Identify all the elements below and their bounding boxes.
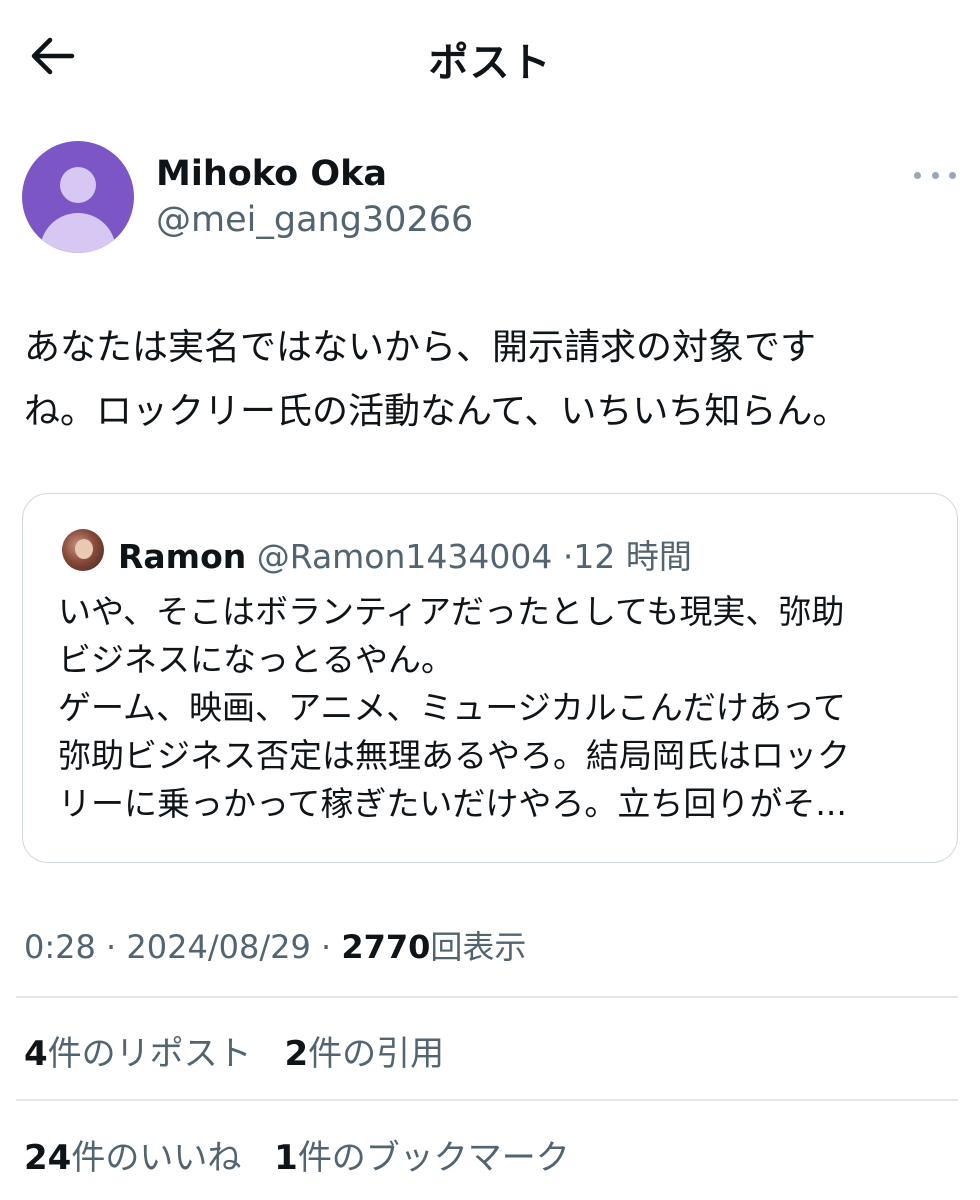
quoted-author-name: Ramon	[118, 537, 247, 576]
views-label: 回表示	[430, 928, 527, 966]
top-bar: ポスト	[0, 0, 980, 110]
reposts-count: 4	[24, 1034, 48, 1074]
post-detail-page: ポスト Mihoko Oka @mei_gang30266 あなたは実名ではない…	[0, 0, 980, 1200]
post-time[interactable]: 0:28	[24, 928, 96, 966]
author-handle[interactable]: @mei_gang30266	[156, 200, 473, 240]
quoted-author-avatar	[62, 529, 104, 571]
bookmarks-count: 1	[274, 1138, 298, 1178]
author-avatar[interactable]	[22, 141, 134, 253]
post-date[interactable]: 2024/08/29	[126, 928, 310, 966]
bookmarks-link[interactable]: 1件のブックマーク	[274, 1138, 570, 1178]
reposts-label: 件のリポスト	[47, 1034, 252, 1074]
quotes-label: 件の引用	[308, 1034, 445, 1074]
bookmarks-label: 件のブックマーク	[297, 1138, 570, 1178]
more-dot-icon	[949, 171, 956, 179]
author-display-name[interactable]: Mihoko Oka	[156, 154, 387, 194]
likes-link[interactable]: 24件のいいね	[24, 1138, 241, 1178]
separator-dot: ·	[320, 928, 332, 966]
quoted-post-header: Ramon @Ramon1434004 ·12 時間	[118, 530, 692, 578]
likes-count: 24	[24, 1138, 72, 1178]
quoted-post-card[interactable]: Ramon @Ramon1434004 ·12 時間 いや、そこはボランティアだ…	[22, 493, 958, 863]
quoted-post-time: 12 時間	[573, 537, 692, 576]
quoted-author-handle: @Ramon1434004	[256, 537, 553, 576]
more-dot-icon	[914, 171, 921, 179]
quotes-link[interactable]: 2件の引用	[284, 1034, 444, 1074]
post-meta: 0:28 · 2024/08/29 · 2770回表示	[24, 922, 526, 968]
more-dot-icon	[931, 171, 939, 179]
separator-dot: ·	[106, 928, 117, 966]
default-avatar-body	[40, 213, 116, 253]
repost-stats-row: 4件のリポスト 2件の引用	[24, 1026, 466, 1075]
divider	[16, 1099, 958, 1101]
reposts-link[interactable]: 4件のリポスト	[24, 1034, 252, 1074]
separator-dot: ·	[562, 537, 574, 576]
post-text: あなたは実名ではないから、開示請求の対象です ね。ロックリー氏の活動なんて、いち…	[24, 327, 849, 432]
likes-label: 件のいいね	[71, 1138, 242, 1178]
views-count: 2770	[341, 928, 431, 966]
page-title: ポスト	[428, 40, 552, 86]
more-options-button[interactable]	[910, 160, 960, 190]
default-avatar-head	[60, 167, 96, 203]
avatar-face	[75, 539, 93, 559]
quotes-count: 2	[284, 1034, 309, 1074]
quoted-post-text: いや、そこはボランティアだったとしても現実、弥助 ビジネスになっとるやん。 ゲー…	[58, 592, 850, 823]
like-stats-row: 24件のいいね 1件のブックマーク	[24, 1130, 592, 1179]
divider	[16, 996, 958, 998]
